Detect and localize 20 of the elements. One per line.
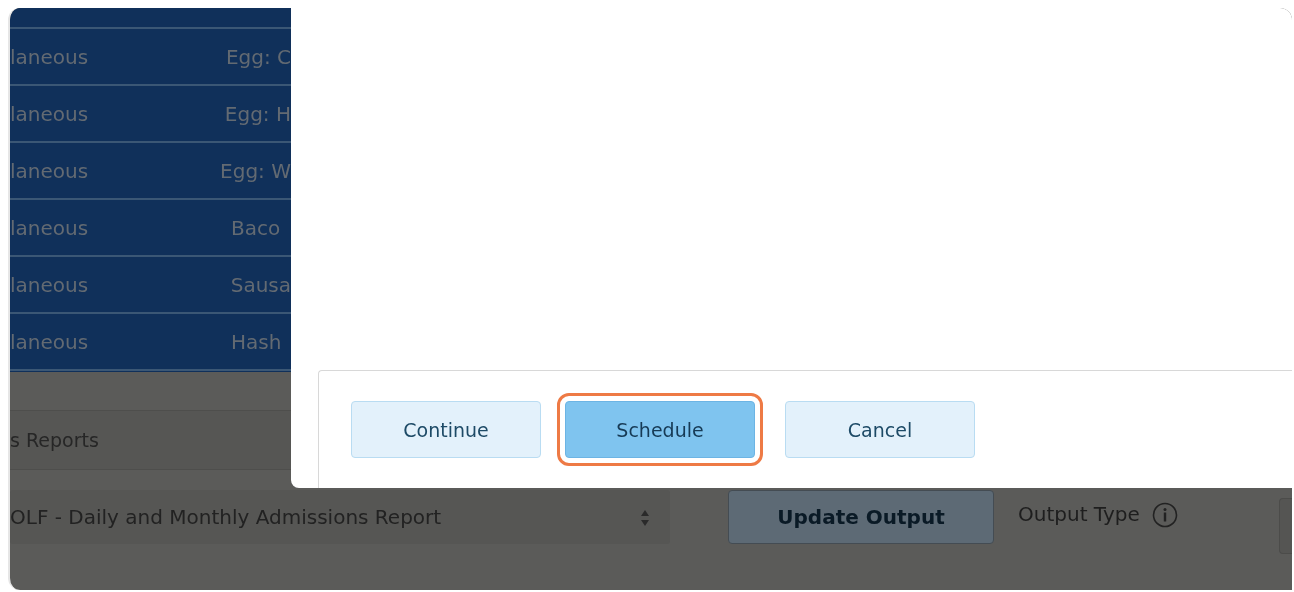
table-cell: Egg: W xyxy=(220,158,291,183)
table-cell-text: laneous xyxy=(10,329,90,354)
table-cell-text: laneous xyxy=(10,101,90,126)
table-cell-text: laneous xyxy=(10,215,90,240)
dialog-button[interactable]: Cancel xyxy=(785,401,975,458)
output-type-field[interactable] xyxy=(1279,498,1292,554)
table-cell: Egg: C xyxy=(225,44,291,69)
dialog-button[interactable]: Continue xyxy=(351,401,541,458)
dialog-button[interactable]: Schedule xyxy=(565,401,755,458)
output-type-label: Output Type xyxy=(1018,502,1140,526)
info-icon[interactable] xyxy=(1151,502,1178,528)
update-output-button[interactable]: Update Output xyxy=(728,490,994,544)
table-cell: Sausa xyxy=(230,272,291,297)
table-cell-text: laneous xyxy=(10,272,90,297)
up-down-arrows-icon xyxy=(640,509,650,527)
table-cell-text: laneous xyxy=(10,44,90,69)
table-cell: Hash xyxy=(231,329,282,354)
table-cell: Baco xyxy=(231,215,281,240)
table-cell-text: laneous xyxy=(10,158,90,183)
table-cell: Egg: H xyxy=(224,101,291,126)
